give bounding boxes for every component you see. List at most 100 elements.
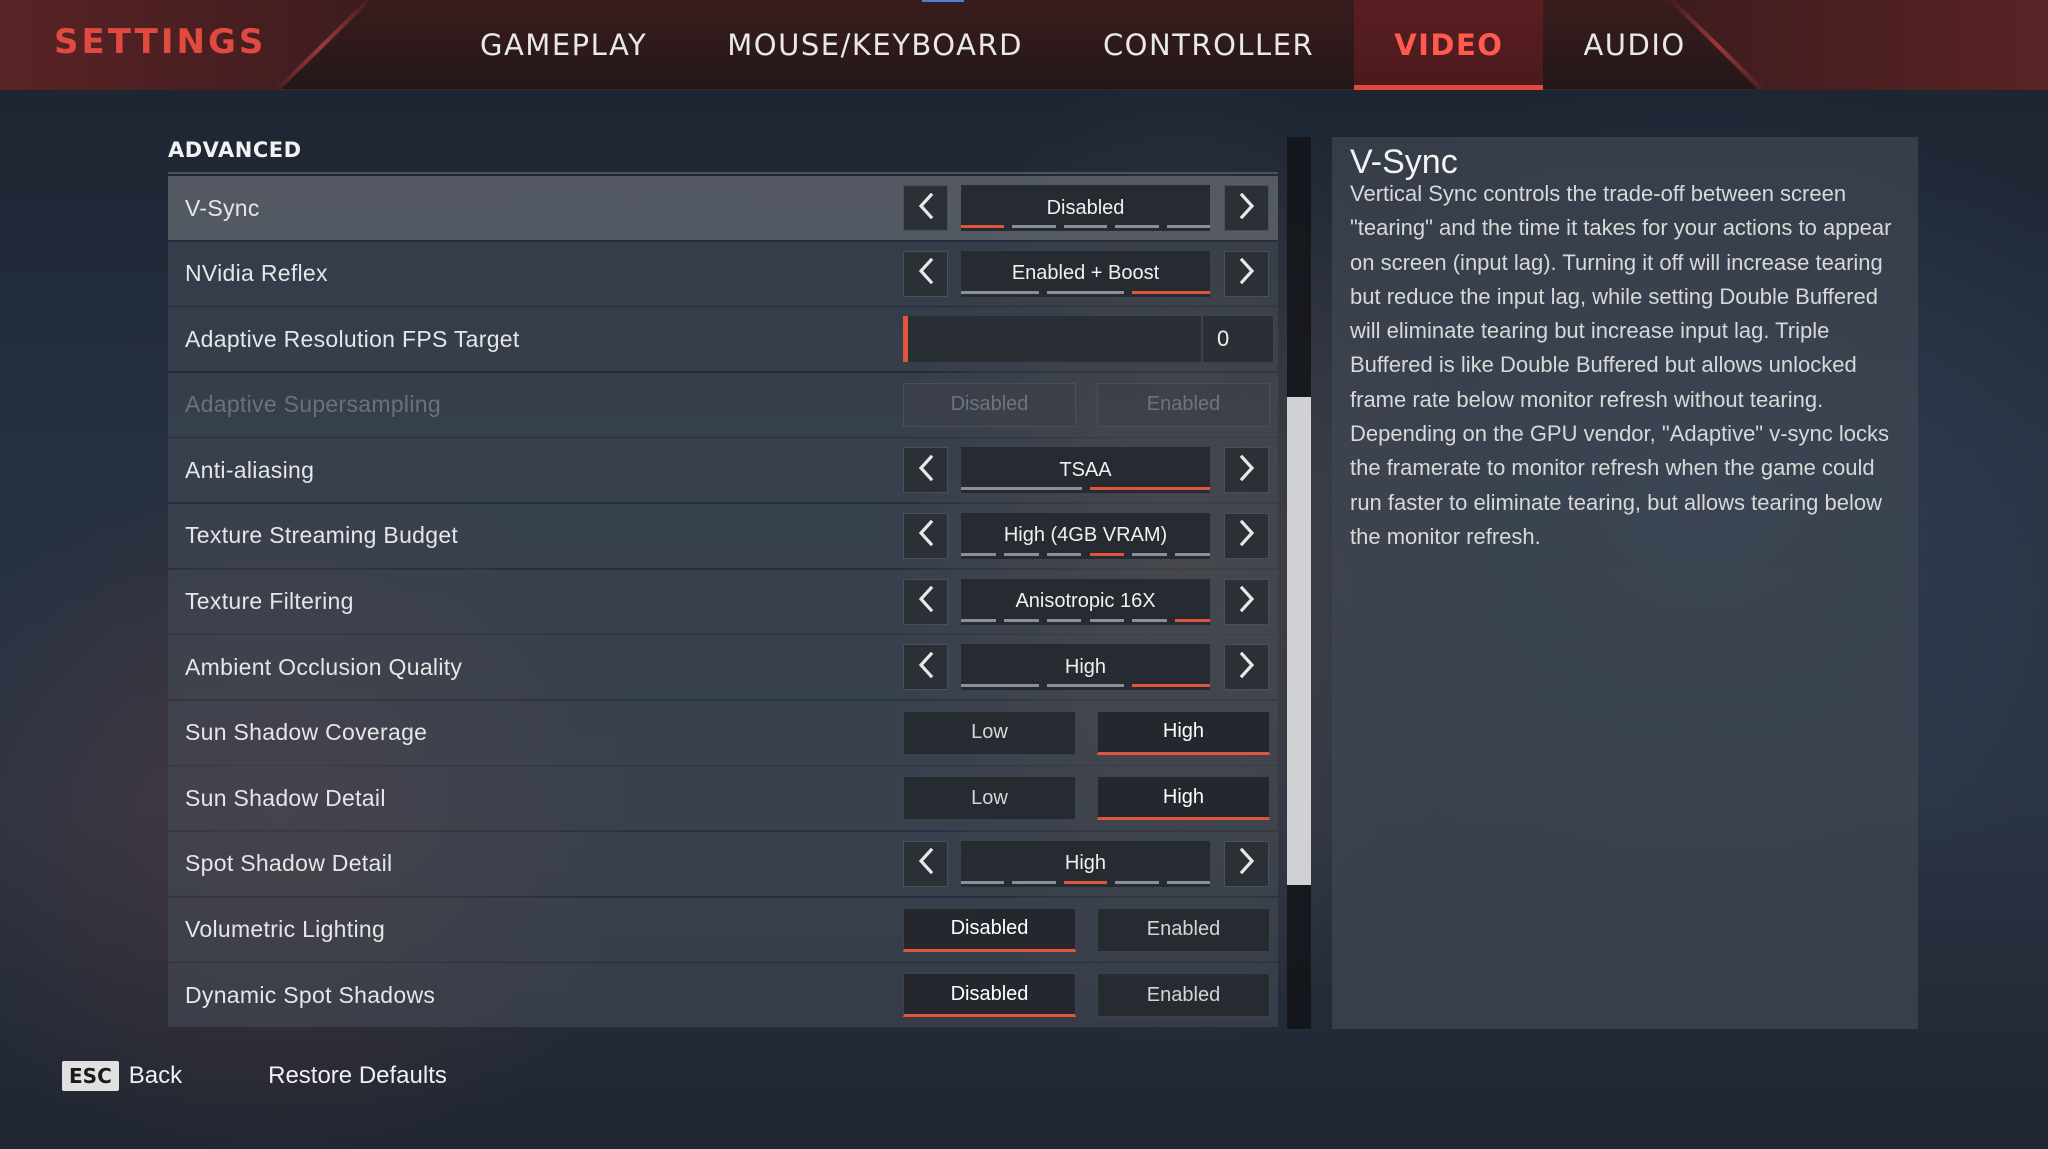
option-tick	[961, 225, 1005, 228]
setting-row-volumetric-lighting[interactable]: Volumetric Lighting Disabled Enabled	[168, 897, 1278, 962]
setting-row-v-sync[interactable]: V-Sync Disabled	[168, 176, 1278, 240]
chevron-right-icon	[1237, 651, 1257, 683]
next-option-button[interactable]	[1224, 185, 1269, 231]
chevron-right-icon	[1237, 454, 1257, 486]
option-tick	[1132, 618, 1168, 622]
setting-row-sun-shadow-detail[interactable]: Sun Shadow Detail Low High	[168, 766, 1278, 831]
option-tick	[1046, 618, 1082, 622]
fps-target-slider[interactable]	[903, 316, 1201, 363]
option-tick	[1012, 225, 1056, 228]
previous-option-button[interactable]	[903, 512, 948, 559]
option-tick	[961, 618, 996, 622]
option-tick	[961, 552, 996, 556]
option-low-button[interactable]: Low	[903, 776, 1076, 821]
option-cycler: High (4GB VRAM)	[903, 512, 1273, 559]
back-button[interactable]: Back	[129, 1062, 182, 1090]
chevron-left-icon	[916, 520, 936, 551]
chevron-right-icon	[1237, 192, 1257, 224]
chevron-left-icon	[916, 454, 936, 486]
option-disabled-button[interactable]: Disabled	[903, 973, 1076, 1018]
option-position-indicator	[961, 684, 1210, 688]
section-divider	[168, 172, 1278, 174]
next-option-button[interactable]	[1224, 578, 1269, 625]
setting-row-texture-streaming-budget[interactable]: Texture Streaming Budget High (4GB VRAM)	[168, 503, 1278, 568]
option-cycler: High	[903, 644, 1273, 691]
option-position-indicator	[961, 880, 1210, 884]
chevron-right-icon	[1237, 848, 1257, 879]
esc-key-hint: ESC	[62, 1061, 119, 1091]
tab-gameplay[interactable]: GAMEPLAY	[440, 0, 687, 90]
option-enabled-button: Enabled	[1097, 382, 1270, 427]
top-bar: SETTINGS GAMEPLAY MOUSE/KEYBOARD CONTROL…	[0, 0, 2048, 90]
chevron-left-icon	[916, 651, 936, 683]
option-tick	[1115, 880, 1159, 884]
option-tick	[1063, 880, 1108, 884]
option-cycler: Enabled + Boost	[903, 250, 1273, 297]
settings-list: V-Sync Disabled NVidia Reflex Enabled + Boo…	[168, 176, 1278, 1029]
tab-controller[interactable]: CONTROLLER	[1063, 0, 1354, 90]
option-high-button[interactable]: High	[1097, 776, 1270, 821]
option-tick	[1003, 618, 1039, 622]
description-panel: V-Sync Vertical Sync controls the trade-…	[1332, 137, 1918, 1029]
option-high-button[interactable]: High	[1097, 710, 1270, 755]
scrollbar-thumb[interactable]	[1287, 397, 1311, 885]
option-cycler: TSAA	[903, 447, 1273, 494]
previous-option-button[interactable]	[903, 447, 948, 494]
option-tick	[961, 684, 1039, 688]
option-tick	[961, 487, 1082, 491]
option-enabled-button[interactable]: Enabled	[1097, 973, 1270, 1018]
setting-row-dynamic-spot-shadows[interactable]: Dynamic Spot Shadows Disabled Enabled	[168, 963, 1278, 1028]
option-tick	[961, 290, 1039, 294]
restore-defaults-button[interactable]: Restore Defaults	[268, 1062, 447, 1090]
next-option-button[interactable]	[1224, 250, 1269, 297]
option-tick	[1132, 684, 1210, 688]
footer: ESC Back Restore Defaults	[62, 1058, 447, 1094]
option-tick	[961, 880, 1005, 884]
option-position-indicator	[961, 552, 1210, 556]
option-position-indicator	[961, 290, 1210, 294]
chevron-left-icon	[916, 585, 936, 617]
setting-label: V-Sync	[185, 194, 260, 221]
previous-option-button[interactable]	[903, 644, 948, 691]
setting-label: Sun Shadow Detail	[185, 784, 386, 811]
setting-row-spot-shadow-detail[interactable]: Spot Shadow Detail High	[168, 831, 1278, 896]
option-tick	[1003, 552, 1039, 556]
option-tick	[1132, 552, 1168, 556]
setting-label: Texture Filtering	[185, 588, 354, 615]
tab-video[interactable]: VIDEO	[1354, 0, 1544, 90]
next-option-button[interactable]	[1224, 840, 1269, 887]
option-cycler: Disabled	[903, 185, 1273, 231]
setting-label: NVidia Reflex	[185, 260, 328, 287]
setting-label: Volumetric Lighting	[185, 916, 386, 943]
tab-audio[interactable]: AUDIO	[1543, 0, 1725, 90]
option-low-button[interactable]: Low	[903, 710, 1076, 755]
previous-option-button[interactable]	[903, 185, 948, 231]
option-enabled-button[interactable]: Enabled	[1097, 907, 1270, 952]
next-option-button[interactable]	[1224, 644, 1269, 691]
next-option-button[interactable]	[1224, 447, 1269, 494]
setting-label: Adaptive Supersampling	[185, 391, 441, 418]
tab-mouse-keyboard[interactable]: MOUSE/KEYBOARD	[687, 0, 1063, 90]
setting-row-adaptive-resolution-fps-target[interactable]: Adaptive Resolution FPS Target 0	[168, 307, 1278, 372]
option-tick	[1046, 684, 1125, 688]
setting-row-ambient-occlusion-quality[interactable]: Ambient Occlusion Quality High	[168, 635, 1278, 700]
next-option-button[interactable]	[1224, 512, 1269, 559]
setting-row-texture-filtering[interactable]: Texture Filtering Anisotropic 16X	[168, 569, 1278, 634]
setting-label: Anti-aliasing	[185, 456, 315, 483]
slider-value-field[interactable]: 0	[1203, 316, 1273, 363]
setting-row-sun-shadow-coverage[interactable]: Sun Shadow Coverage Low High	[168, 700, 1278, 765]
option-tick	[1166, 225, 1210, 228]
option-toggle: Disabled Enabled	[903, 907, 1275, 952]
option-tick	[1089, 618, 1125, 622]
option-disabled-button[interactable]: Disabled	[903, 907, 1076, 952]
option-cycler: Anisotropic 16X	[903, 578, 1273, 625]
chevron-right-icon	[1237, 520, 1257, 551]
setting-label: Ambient Occlusion Quality	[185, 653, 463, 680]
section-heading: ADVANCED	[168, 138, 302, 162]
setting-row-nvidia-reflex[interactable]: NVidia Reflex Enabled + Boost	[168, 241, 1278, 306]
previous-option-button[interactable]	[903, 840, 948, 887]
option-toggle: Disabled Enabled	[903, 382, 1275, 427]
setting-row-anti-aliasing[interactable]: Anti-aliasing TSAA	[168, 438, 1278, 503]
previous-option-button[interactable]	[903, 250, 948, 297]
previous-option-button[interactable]	[903, 578, 948, 625]
